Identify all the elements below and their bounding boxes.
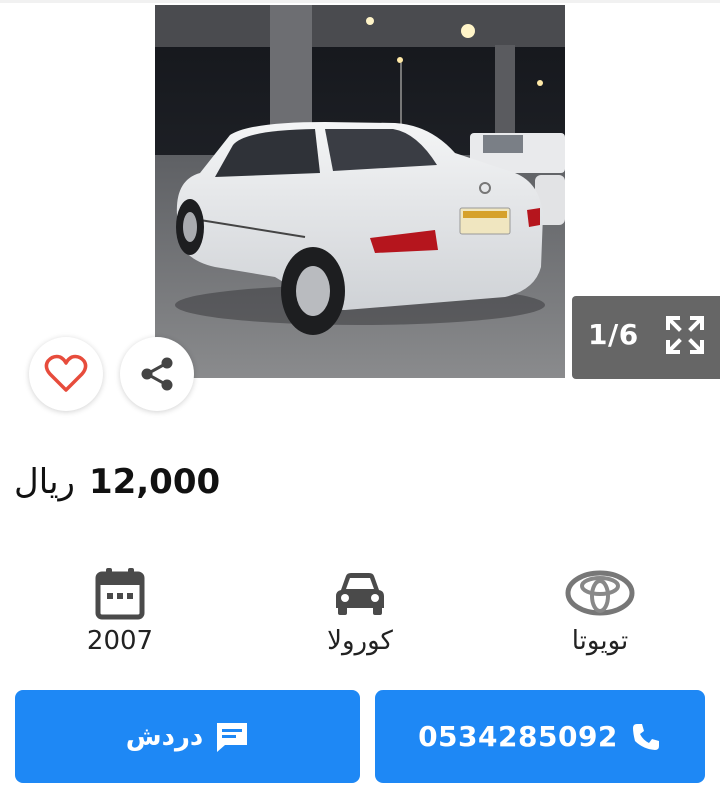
spec-model-value: كورولا [327,626,393,656]
phone-number: 0534285092 [418,720,618,753]
calendar-icon [95,568,145,620]
price-amount: 12,000 [88,462,221,502]
spec-model: كورولا [270,562,450,656]
share-icon [141,357,173,391]
chat-button-label: دردش [125,721,204,752]
spec-year: 2007 [30,562,210,656]
favorite-button[interactable] [29,337,103,411]
spec-make: تويوتا [510,562,690,656]
heart-icon [44,354,88,392]
call-button[interactable]: 0534285092 [375,690,705,783]
listing-price: ريال 12,000 [14,462,220,502]
toyota-logo-icon [565,570,635,616]
chat-button[interactable]: دردش [15,690,360,783]
chevron-left-icon [51,159,68,187]
car-photo[interactable] [155,5,565,378]
chat-icon [217,722,248,752]
prev-image-button[interactable] [40,150,80,196]
phone-icon [632,723,659,750]
car-icon [336,573,384,615]
share-button[interactable] [120,337,194,411]
photo-gallery: 1/6 [0,0,720,411]
spec-year-value: 2007 [86,626,154,656]
expand-icon[interactable] [664,314,706,360]
spec-make-value: تويوتا [571,626,629,656]
image-counter-text: 1/6 [588,318,639,351]
next-image-button[interactable] [637,150,677,196]
price-currency: ريال [14,462,75,502]
image-counter: 1/6 [572,296,720,379]
chevron-right-icon [649,159,666,187]
